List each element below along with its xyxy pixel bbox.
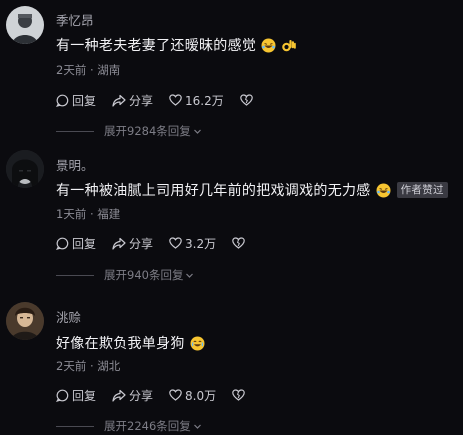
reply-label: 回复 bbox=[72, 236, 97, 251]
laugh-cry-emoji-icon bbox=[190, 336, 205, 351]
comment-actions: 回复 分享 3.2万 bbox=[56, 235, 264, 251]
comment-text-row: 有一种被油腻上司用好几年前的把戏调戏的无力感 作者赞过 bbox=[56, 180, 448, 200]
reply-button[interactable]: 回复 bbox=[56, 387, 96, 404]
like-button[interactable]: 3.2万 bbox=[169, 235, 216, 252]
expand-replies-button[interactable]: 展开940条回复 bbox=[56, 267, 194, 283]
share-button[interactable]: 分享 bbox=[112, 92, 153, 109]
divider bbox=[56, 274, 94, 276]
dislike-button[interactable] bbox=[232, 389, 248, 401]
comment-username[interactable]: 季忆昂 bbox=[56, 10, 94, 29]
reply-icon bbox=[56, 237, 69, 250]
like-button[interactable]: 8.0万 bbox=[169, 387, 216, 404]
chevron-down-icon bbox=[193, 424, 201, 429]
dislike-button[interactable] bbox=[232, 237, 248, 249]
reply-label: 回复 bbox=[72, 388, 97, 403]
expand-replies-label: 展开2246条回复 bbox=[104, 419, 191, 433]
broken-heart-icon bbox=[239, 94, 253, 106]
like-count: 16.2万 bbox=[185, 93, 224, 108]
comment-actions: 回复 分享 8.0万 bbox=[56, 387, 264, 403]
heart-icon bbox=[169, 94, 182, 106]
comment-actions: 回复 分享 16.2万 bbox=[56, 92, 272, 108]
reply-icon bbox=[56, 94, 69, 107]
author-liked-badge: 作者赞过 bbox=[396, 182, 448, 198]
share-button[interactable]: 分享 bbox=[112, 387, 153, 404]
chevron-down-icon bbox=[193, 129, 201, 134]
share-icon bbox=[112, 94, 126, 107]
share-label: 分享 bbox=[129, 388, 154, 403]
comment-list: 季忆昂 有一种老夫老妻了还暧昧的感觉 2天前 · 湖南 回复 分享 16.2万 … bbox=[0, 0, 463, 435]
expand-replies-button[interactable]: 展开9284条回复 bbox=[56, 123, 202, 139]
ok-hand-icon bbox=[281, 38, 297, 53]
broken-heart-icon bbox=[232, 389, 245, 401]
rofl-emoji-icon bbox=[376, 183, 391, 198]
comment-text-row: 好像在欺负我单身狗 bbox=[56, 333, 205, 353]
share-button[interactable]: 分享 bbox=[112, 235, 153, 252]
avatar[interactable] bbox=[6, 150, 44, 188]
comment-text: 有一种老夫老妻了还暧昧的感觉 bbox=[56, 38, 257, 54]
heart-icon bbox=[169, 237, 182, 249]
comment-meta: 2天前 · 湖南 bbox=[56, 63, 121, 77]
expand-replies-button[interactable]: 展开2246条回复 bbox=[56, 418, 202, 434]
share-icon bbox=[112, 389, 126, 402]
dislike-button[interactable] bbox=[239, 94, 256, 106]
comment-username[interactable]: 景明。 bbox=[56, 155, 94, 174]
divider bbox=[56, 130, 94, 132]
share-label: 分享 bbox=[129, 236, 154, 251]
share-label: 分享 bbox=[129, 93, 154, 108]
reply-icon bbox=[56, 389, 69, 402]
comment-text: 好像在欺负我单身狗 bbox=[56, 336, 185, 352]
broken-heart-icon bbox=[232, 237, 245, 249]
reply-button[interactable]: 回复 bbox=[56, 235, 96, 252]
avatar[interactable] bbox=[6, 6, 44, 44]
expand-replies-label: 展开940条回复 bbox=[104, 268, 184, 282]
reply-label: 回复 bbox=[72, 93, 97, 108]
reply-button[interactable]: 回复 bbox=[56, 92, 96, 109]
divider bbox=[56, 425, 94, 427]
heart-icon bbox=[169, 389, 182, 401]
share-icon bbox=[112, 237, 126, 250]
like-count: 3.2万 bbox=[185, 236, 217, 251]
comment-username[interactable]: 洮赊 bbox=[56, 307, 81, 326]
comment-meta: 1天前 · 福建 bbox=[56, 207, 121, 221]
comment-text: 有一种被油腻上司用好几年前的把戏调戏的无力感 bbox=[56, 183, 371, 199]
rofl-emoji-icon bbox=[261, 38, 276, 53]
like-button[interactable]: 16.2万 bbox=[169, 92, 224, 109]
comment-text-row: 有一种老夫老妻了还暧昧的感觉 bbox=[56, 35, 297, 55]
avatar[interactable] bbox=[6, 302, 44, 340]
chevron-down-icon bbox=[186, 273, 194, 278]
expand-replies-label: 展开9284条回复 bbox=[104, 124, 191, 138]
comment-meta: 2天前 · 湖北 bbox=[56, 359, 121, 373]
like-count: 8.0万 bbox=[185, 388, 217, 403]
